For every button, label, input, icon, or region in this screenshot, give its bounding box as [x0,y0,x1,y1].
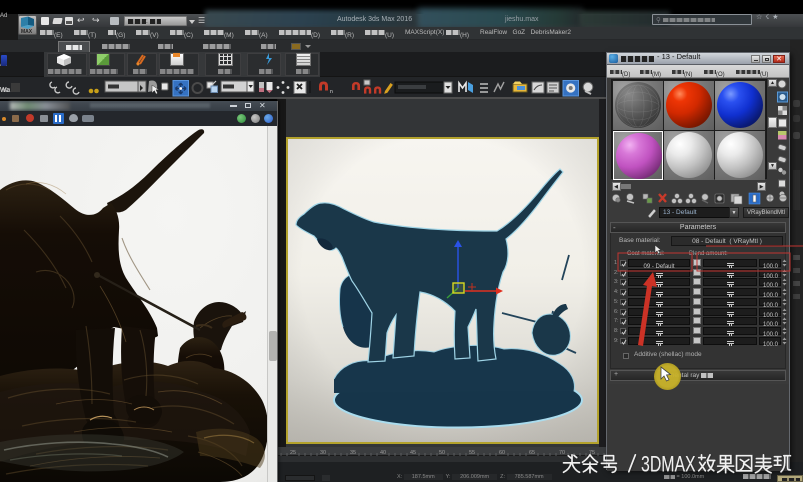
svg-text:MAX: MAX [21,29,33,34]
svg-text:n: n [330,89,333,95]
svg-text:60: 60 [499,450,505,456]
svg-text:75: 75 [589,450,595,456]
svg-text:65: 65 [529,450,535,456]
svg-text:45: 45 [410,450,416,456]
svg-text:Wa: Wa [0,87,10,94]
svg-text:55: 55 [469,450,475,456]
svg-text:40: 40 [380,450,386,456]
svg-text:70: 70 [559,450,565,456]
svg-text:35: 35 [350,450,356,456]
svg-text:50: 50 [439,450,445,456]
svg-text:25: 25 [290,450,296,456]
svg-text:30: 30 [320,450,326,456]
